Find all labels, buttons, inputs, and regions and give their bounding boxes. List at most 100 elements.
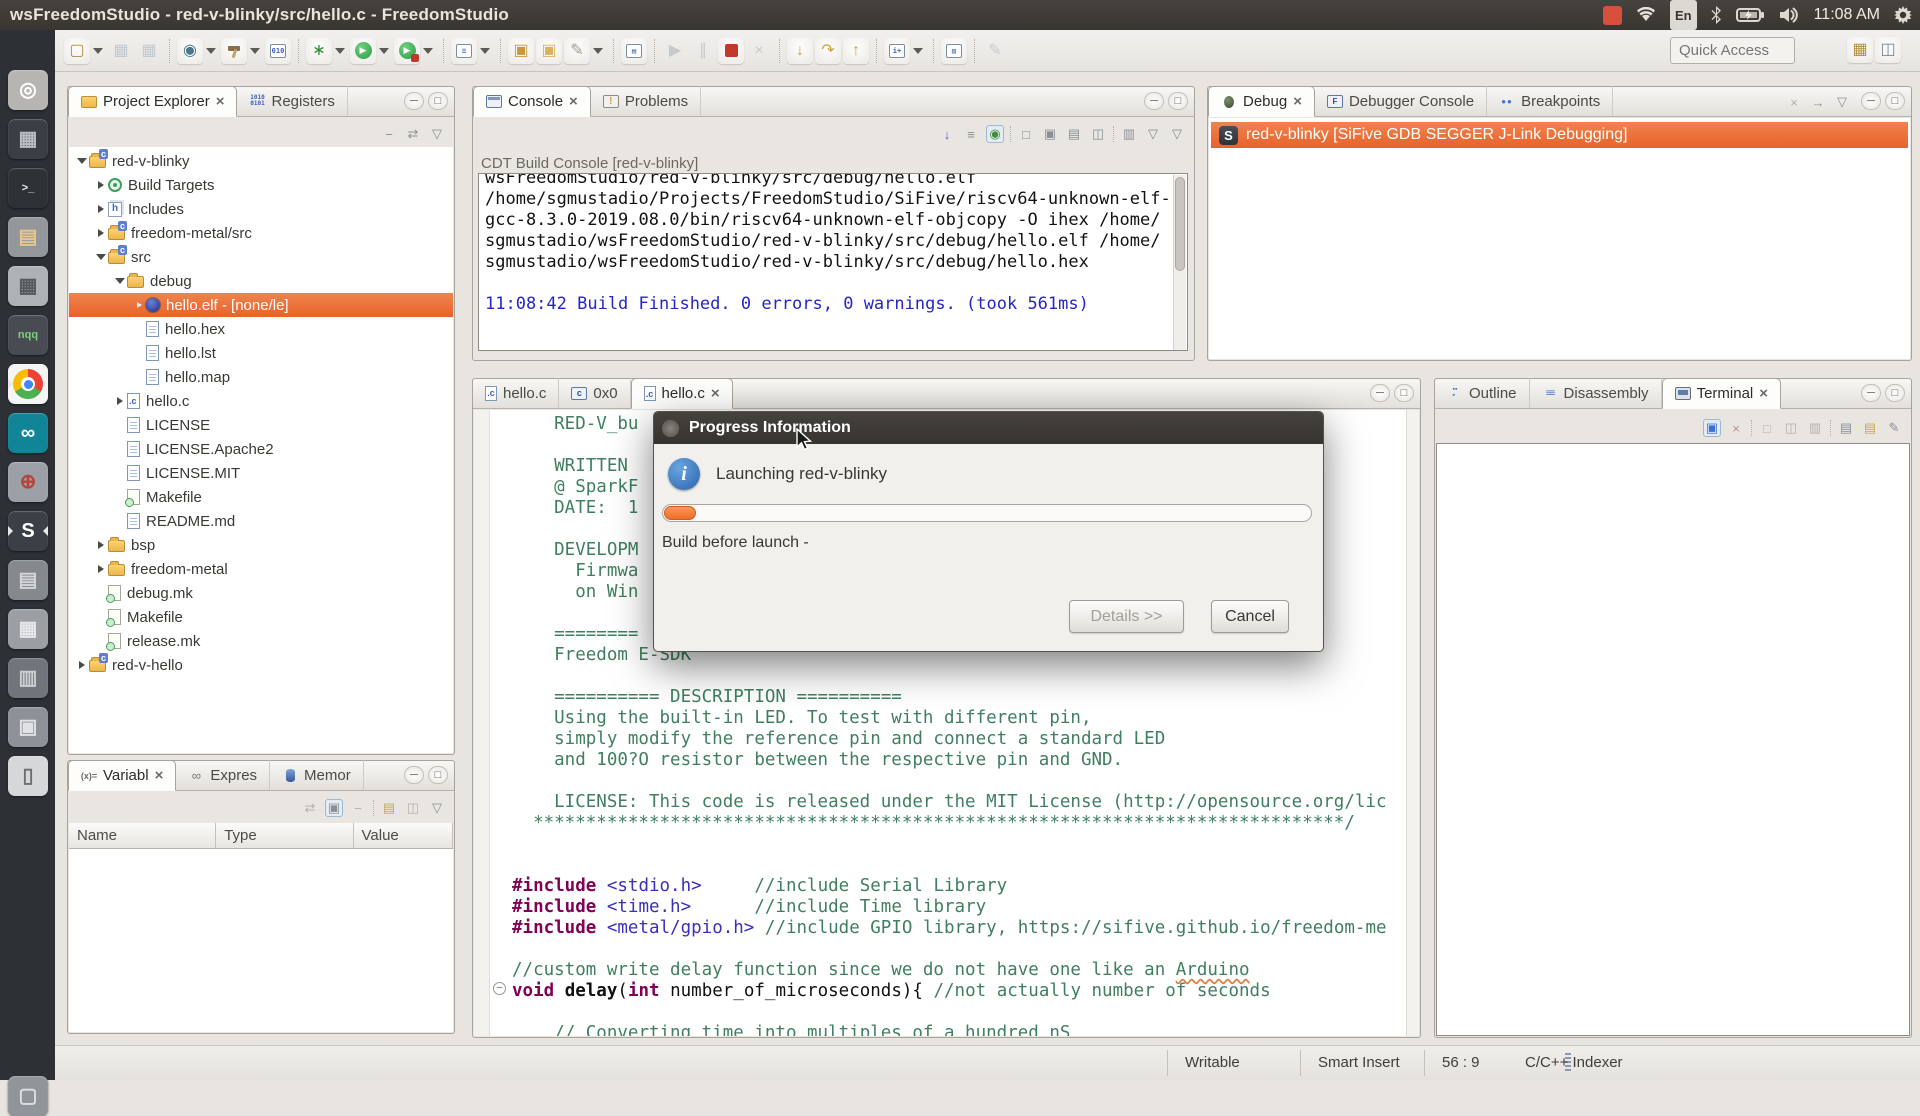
view-menu-icon[interactable]: ▽ xyxy=(1833,93,1851,111)
tree-item-release-mk[interactable]: release.mk xyxy=(69,629,453,653)
build-hammer-icon[interactable] xyxy=(221,38,247,64)
close-icon[interactable]: × xyxy=(155,767,164,784)
new-view-icon[interactable]: ▥ xyxy=(941,38,967,64)
launcher-item-freedomstudio-sifive[interactable]: S xyxy=(8,511,48,551)
tree-item-makefile[interactable]: Makefile xyxy=(69,485,453,509)
minimize-icon[interactable]: ─ xyxy=(1861,384,1881,402)
tree-item-hello-map[interactable]: hello.map xyxy=(69,365,453,389)
step-over-icon[interactable]: ↷ xyxy=(815,38,841,64)
app-indicator-icon[interactable] xyxy=(1603,0,1622,30)
debug-icon[interactable]: ∗ xyxy=(306,38,332,64)
step-into-icon[interactable]: ↓ xyxy=(787,38,813,64)
launcher-item-workspace-switcher[interactable]: ▦ xyxy=(8,119,48,159)
dropdown-arrow-icon[interactable] xyxy=(204,38,218,64)
volume-icon[interactable] xyxy=(1778,0,1800,30)
minimize-icon[interactable]: ─ xyxy=(1861,92,1881,110)
right-tab-disassembly[interactable]: Disassembly xyxy=(1530,378,1662,408)
wifi-icon[interactable] xyxy=(1636,0,1656,30)
launch-icon[interactable]: ✎ xyxy=(564,38,590,64)
view-menu-icon[interactable]: ▽ xyxy=(428,799,446,817)
tree-item-license[interactable]: LICENSE xyxy=(69,413,453,437)
activate-on-output-icon[interactable]: ◉ xyxy=(986,125,1004,143)
launcher-item-calculator[interactable]: ▦ xyxy=(8,266,48,306)
link-with-editor-icon[interactable]: ⇄ xyxy=(404,125,422,143)
minimize-icon[interactable]: ─ xyxy=(1144,92,1164,110)
close-terminal-icon[interactable]: ◫ xyxy=(1782,419,1800,437)
show-columns-icon[interactable]: ⇄ xyxy=(301,799,319,817)
save-icon[interactable]: ▦ xyxy=(108,38,134,64)
console-scrollbar[interactable] xyxy=(1173,175,1186,351)
tree-item-hello-hex[interactable]: hello.hex xyxy=(69,317,453,341)
disconnect-terminal-icon[interactable]: × xyxy=(1727,419,1745,437)
collapse-all-icon[interactable]: − xyxy=(349,799,367,817)
tree-item-freedom-metal-src[interactable]: freedom-metal/src xyxy=(69,221,453,245)
open-terminal-icon[interactable]: ▣ xyxy=(1703,419,1721,437)
launcher-item-tools[interactable]: ⊕ xyxy=(8,462,48,502)
tree-item-hello-lst[interactable]: hello.lst xyxy=(69,341,453,365)
quick-access-input[interactable] xyxy=(1670,37,1795,64)
launcher-item-file-archiver[interactable]: ▤ xyxy=(8,217,48,257)
collapse-all-icon[interactable]: − xyxy=(380,125,398,143)
variables-tab-expres[interactable]: Expres xyxy=(176,760,270,790)
tree-item-red-v-blinky[interactable]: red-v-blinky xyxy=(69,149,453,173)
explorer-tab-registers[interactable]: 1010 0101Registers xyxy=(237,86,347,116)
terminal-settings-icon[interactable]: ✎ xyxy=(1885,419,1903,437)
dropdown-arrow-icon[interactable] xyxy=(377,38,391,64)
minimize-icon[interactable]: ─ xyxy=(1370,384,1390,402)
pin-console-icon[interactable]: ▤ xyxy=(1065,125,1083,143)
console-tab-console[interactable]: Console× xyxy=(473,86,591,117)
launcher-item-trash[interactable]: ▢ xyxy=(8,1076,48,1116)
expander-closed-icon[interactable] xyxy=(94,205,108,213)
minimize-icon[interactable]: ─ xyxy=(404,92,424,110)
console-window-icon[interactable]: ▤ xyxy=(621,38,647,64)
maximize-icon[interactable]: □ xyxy=(428,92,448,110)
tree-item-readme-md[interactable]: README.md xyxy=(69,509,453,533)
dropdown-arrow-icon[interactable] xyxy=(248,38,262,64)
tree-item-debug-mk[interactable]: debug.mk xyxy=(69,581,453,605)
console-dropdown-icon[interactable]: ▽ xyxy=(1144,125,1162,143)
dropdown-arrow-icon[interactable] xyxy=(421,38,435,64)
debug-tab-breakpoints[interactable]: Breakpoints xyxy=(1487,86,1613,116)
maximize-icon[interactable]: □ xyxy=(1168,92,1188,110)
clear-console-icon[interactable]: □ xyxy=(1017,125,1035,143)
dropdown-arrow-icon[interactable] xyxy=(591,38,605,64)
cancel-button[interactable]: Cancel xyxy=(1211,600,1289,633)
instruction-step-icon[interactable]: → xyxy=(1809,93,1827,111)
launcher-item-chrome[interactable] xyxy=(8,364,48,404)
dropdown-arrow-icon[interactable] xyxy=(91,38,105,64)
console-output[interactable]: wsFreedomStudio/red-v-blinky/src/debug/h… xyxy=(478,173,1188,351)
perspective-open-icon[interactable]: ▦ xyxy=(1847,37,1873,63)
clock[interactable]: 11:08 AM xyxy=(1814,0,1880,30)
settings-gear-icon[interactable] xyxy=(1894,0,1912,30)
editor-overview-ruler[interactable] xyxy=(1406,410,1419,1036)
binary-icon[interactable]: 010 xyxy=(265,38,291,64)
disconnect-icon[interactable]: × xyxy=(746,38,772,64)
tree-item-build-targets[interactable]: Build Targets xyxy=(69,173,453,197)
expander-closed-icon[interactable] xyxy=(94,229,108,237)
tree-item-src[interactable]: src xyxy=(69,245,453,269)
battery-icon[interactable] xyxy=(1736,0,1764,30)
show-logical-structure-icon[interactable]: ▣ xyxy=(325,799,343,817)
close-icon[interactable]: × xyxy=(1293,93,1302,110)
export-icon[interactable]: ◫ xyxy=(404,799,422,817)
bluetooth-icon[interactable] xyxy=(1711,0,1722,30)
terminal-content[interactable] xyxy=(1436,443,1910,1036)
tree-item-includes[interactable]: Includes xyxy=(69,197,453,221)
launcher-item-dash-home[interactable]: ◎ xyxy=(8,70,48,110)
scroll-to-end-icon[interactable]: ↓ xyxy=(938,125,956,143)
run-icon[interactable]: ▶ xyxy=(350,38,376,64)
view-menu-icon[interactable]: ▽ xyxy=(1168,125,1186,143)
launcher-item-app-13[interactable]: ▥ xyxy=(8,658,48,698)
expander-open-icon[interactable] xyxy=(94,254,108,260)
details-button[interactable]: Details >> xyxy=(1069,600,1184,633)
explorer-tab-project-explorer[interactable]: Project Explorer× xyxy=(68,86,237,117)
maximize-icon[interactable]: □ xyxy=(1394,384,1414,402)
column-header-name[interactable]: Name xyxy=(69,823,216,848)
launcher-item-app-11[interactable]: ▤ xyxy=(8,560,48,600)
tree-item-license-mit[interactable]: LICENSE.MIT xyxy=(69,461,453,485)
pin-editor-icon[interactable]: ✎ xyxy=(982,38,1008,64)
folder-icon[interactable]: ▣ xyxy=(536,38,562,64)
maximize-icon[interactable]: □ xyxy=(428,766,448,784)
profile-icon[interactable]: ▶ xyxy=(394,38,420,64)
expander-closed-icon[interactable] xyxy=(94,541,108,549)
